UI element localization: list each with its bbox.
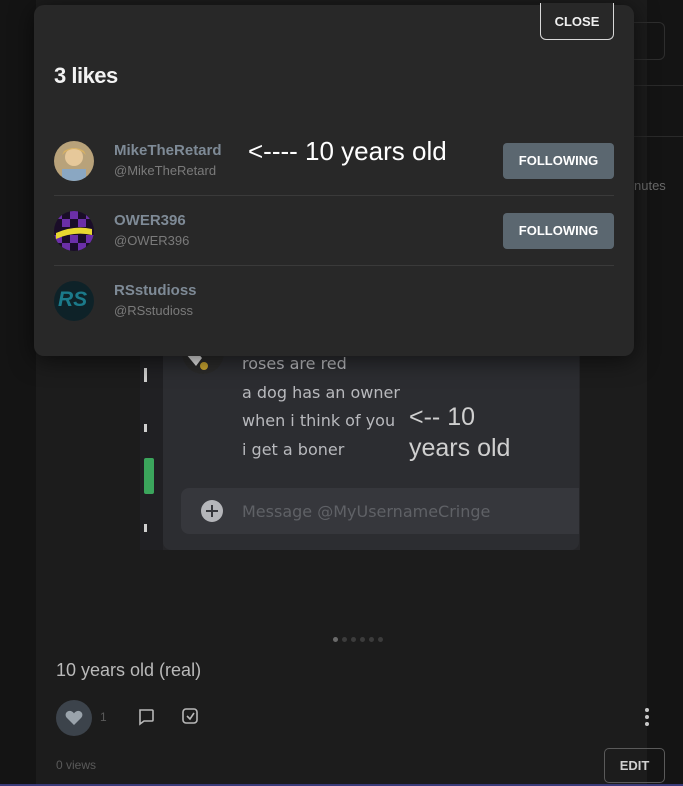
background-input-fragment bbox=[633, 22, 665, 60]
user-handle: @OWER396 bbox=[114, 233, 190, 248]
username[interactable]: MikeTheRetard bbox=[114, 142, 222, 159]
poem-line: a dog has an owner bbox=[242, 383, 400, 402]
user-row[interactable]: RS RSstudioss @RSstudioss bbox=[54, 266, 614, 336]
carousel-dot[interactable] bbox=[342, 637, 347, 642]
close-button[interactable]: CLOSE bbox=[540, 3, 614, 40]
background-divider bbox=[633, 136, 683, 137]
avatar[interactable]: RS bbox=[54, 281, 94, 321]
carousel-dot[interactable] bbox=[369, 637, 374, 642]
edit-button[interactable]: EDIT bbox=[604, 748, 665, 783]
background-divider bbox=[633, 85, 683, 86]
carousel-dot[interactable] bbox=[378, 637, 383, 642]
following-button[interactable]: FOLLOWING bbox=[503, 143, 614, 179]
user-handle: @MikeTheRetard bbox=[114, 163, 217, 178]
timestamp-fragment: nutes bbox=[634, 178, 666, 193]
strip-green-indicator bbox=[144, 458, 154, 494]
view-count: 0 views bbox=[56, 758, 97, 772]
plus-icon bbox=[201, 500, 223, 522]
avatar[interactable] bbox=[54, 211, 94, 251]
remix-icon[interactable] bbox=[181, 707, 199, 725]
carousel-dot[interactable] bbox=[333, 637, 338, 642]
poem-line: i get a boner bbox=[242, 440, 345, 459]
user-row[interactable]: OWER396 @OWER396 FOLLOWING bbox=[54, 196, 614, 266]
modal-title: 3 likes bbox=[54, 63, 118, 88]
strip-mark bbox=[144, 424, 147, 432]
message-placeholder: Message @MyUsernameCringe bbox=[242, 502, 491, 521]
poem-line: when i think of you bbox=[242, 411, 396, 430]
avatar[interactable] bbox=[54, 141, 94, 181]
carousel-dots[interactable] bbox=[333, 637, 383, 642]
comment-icon[interactable] bbox=[137, 708, 155, 726]
user-handle: @RSstudioss bbox=[114, 303, 193, 318]
like-count: 1 bbox=[100, 710, 107, 724]
avatar-logo: RS bbox=[58, 288, 88, 311]
strip-mark bbox=[144, 524, 147, 532]
like-button[interactable] bbox=[56, 700, 92, 736]
heart-icon bbox=[65, 710, 83, 725]
likes-modal: CLOSE 3 likes MikeTheRetard @MikeTheReta… bbox=[34, 3, 634, 356]
more-options-icon[interactable] bbox=[644, 707, 650, 727]
poem-line: roses are red bbox=[242, 354, 347, 373]
username[interactable]: RSstudioss bbox=[114, 282, 197, 299]
following-button[interactable]: FOLLOWING bbox=[503, 213, 614, 249]
post-title: 10 years old (real) bbox=[56, 660, 202, 680]
strip-mark bbox=[144, 368, 147, 382]
inner-annotation: <-- 10 years old bbox=[409, 403, 511, 462]
annotation-text: <---- 10 years old bbox=[248, 136, 447, 166]
carousel-dot[interactable] bbox=[351, 637, 356, 642]
username[interactable]: OWER396 bbox=[114, 212, 186, 229]
carousel-dot[interactable] bbox=[360, 637, 365, 642]
